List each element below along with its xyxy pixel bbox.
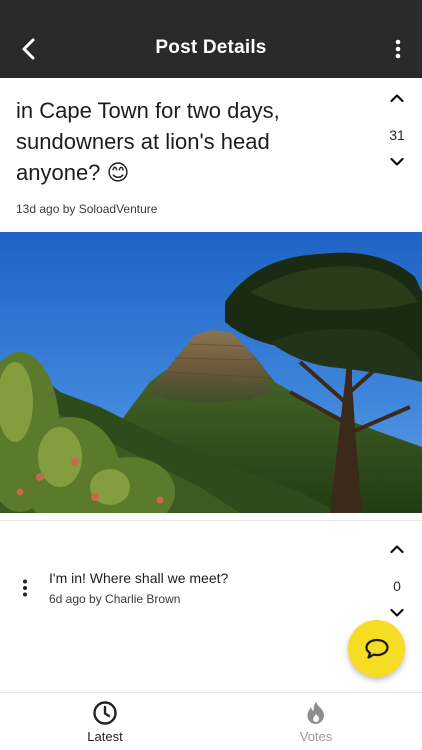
- upvote-button[interactable]: [382, 93, 412, 113]
- tab-votes[interactable]: Votes: [261, 699, 371, 744]
- comment-fab-button[interactable]: [348, 620, 405, 677]
- comment-more-button[interactable]: [16, 578, 34, 598]
- mountain-landscape-image: [0, 232, 422, 513]
- bottom-tab-bar: Latest Votes: [0, 692, 422, 750]
- tab-latest-label: Latest: [87, 729, 123, 744]
- post-vote-count: 31: [389, 127, 405, 143]
- more-vertical-icon: [23, 579, 27, 597]
- flame-icon: [307, 701, 324, 724]
- more-options-button[interactable]: [386, 34, 410, 64]
- comment-vote-control: 0: [382, 544, 412, 628]
- comment-vote-count: 0: [393, 578, 401, 594]
- tab-votes-label: Votes: [299, 729, 333, 744]
- chevron-up-icon: [390, 545, 404, 554]
- post-image: [0, 232, 422, 513]
- post-card: in Cape Town for two days, sundowners at…: [0, 78, 422, 232]
- chevron-down-icon: [390, 157, 404, 166]
- chevron-up-icon: [390, 94, 404, 103]
- app-header: Post Details: [0, 0, 422, 78]
- comment-upvote-button[interactable]: [382, 544, 412, 564]
- page-title: Post Details: [155, 37, 267, 58]
- post-vote-control: 31: [382, 93, 412, 177]
- post-text: in Cape Town for two days, sundowners at…: [16, 98, 280, 185]
- tab-latest[interactable]: Latest: [50, 699, 160, 744]
- chat-bubble-icon: [364, 638, 389, 659]
- post-meta: 13d ago by SoloadVenture: [16, 202, 158, 216]
- comment-meta: 6d ago by Charlie Brown: [49, 592, 181, 606]
- more-vertical-icon: [395, 39, 401, 59]
- chevron-down-icon: [390, 608, 404, 617]
- downvote-button[interactable]: [382, 157, 412, 177]
- comment-text: I'm in! Where shall we meet?: [49, 570, 229, 586]
- clock-icon: [93, 701, 117, 725]
